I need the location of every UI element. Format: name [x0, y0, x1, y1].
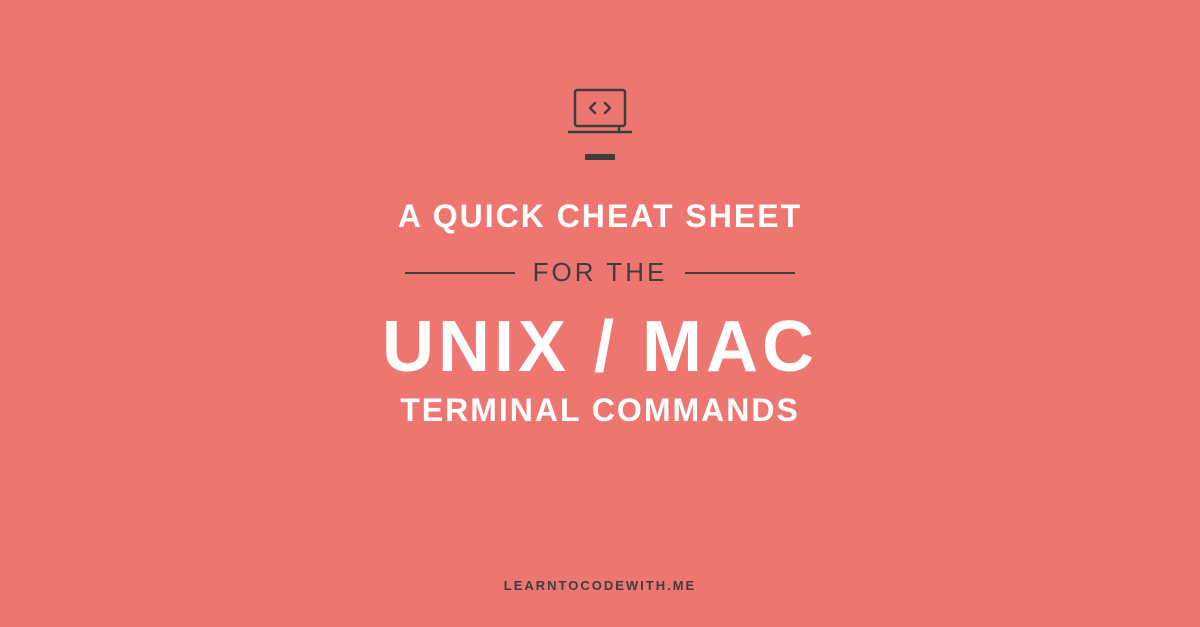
subline-row: FOR THE	[405, 257, 796, 288]
title-line-2: UNIX / MAC	[382, 306, 818, 388]
title-line-3: TERMINAL COMMANDS	[400, 392, 800, 429]
title-line-1: A QUICK CHEAT SHEET	[398, 198, 802, 235]
rule-left	[405, 272, 515, 274]
subline-text: FOR THE	[533, 257, 668, 288]
laptop-code-icon	[565, 88, 635, 136]
brand-label: LEARNTOCODEWITH.ME	[0, 578, 1200, 593]
rule-right	[685, 272, 795, 274]
divider-dash	[585, 154, 615, 160]
